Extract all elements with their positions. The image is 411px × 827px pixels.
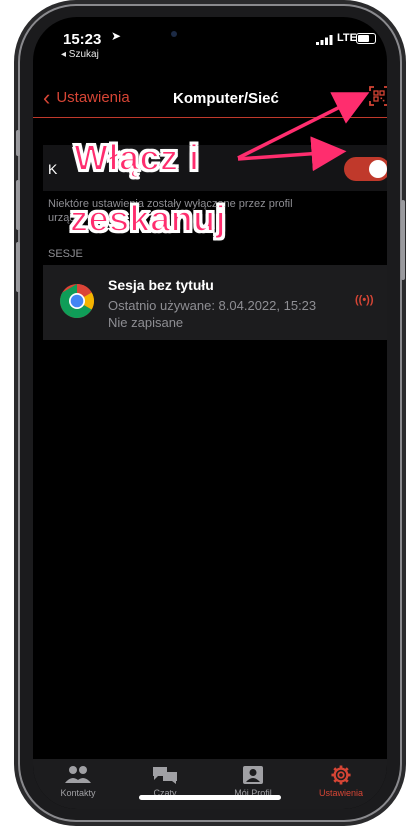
page-title: Komputer/Sieć [173,90,279,107]
session-status: Nie zapisane [108,315,184,330]
camera-dot [171,31,177,37]
mute-switch [16,130,20,156]
chrome-icon [60,284,94,318]
toggle-knob [369,160,387,178]
home-indicator [139,795,281,800]
session-list-item[interactable]: Sesja bez tytułu Ostatnio używane: 8.04.… [43,265,387,340]
annotation-text-line1: Włącz i [73,136,200,179]
back-button-label: Ustawienia [56,89,130,106]
session-last-used: Ostatnio używane: 8.04.2022, 15:23 [108,298,317,313]
location-arrow-icon: ➤ [111,29,122,43]
annotation-text-line2: zeskanuj [69,197,227,240]
contacts-icon [65,766,91,783]
profile-icon [243,766,263,784]
toggle-row-label: K [48,161,58,177]
network-type: LTE [337,32,357,44]
tab-chats[interactable]: Czaty [125,765,205,798]
notch [151,17,271,51]
tab-settings[interactable]: Ustawienia [301,765,381,798]
tab-label-settings: Ustawienia [318,788,364,798]
navigation-bar: ‹ Ustawienia Komputer/Sieć [33,79,387,118]
chevron-left-icon: ‹ [43,84,51,110]
battery-icon [356,33,376,44]
enable-toggle-switch[interactable] [344,157,387,181]
broadcast-icon[interactable]: ((•)) [355,294,374,306]
tab-label-contacts: Kontakty [60,788,96,798]
settings-gear-icon [331,765,351,785]
tab-bar: Kontakty Czaty Mój Profil Ustawienia [33,759,387,809]
back-button[interactable]: ‹ Ustawienia [43,84,130,110]
back-to-app-link[interactable]: ◂ Szukaj [61,49,99,60]
phone-screen: 15:23 ➤ ◂ Szukaj LTE ‹ Ustawienia Komput… [33,17,387,809]
chats-icon [153,767,177,784]
volume-up-button [16,180,20,230]
status-time: 15:23 [63,31,102,48]
signal-icon [316,35,333,45]
session-title: Sesja bez tytułu [108,277,214,293]
power-button [401,200,405,280]
qr-scan-icon[interactable] [369,86,387,106]
tab-my-profile[interactable]: Mój Profil [213,765,293,798]
tab-contacts[interactable]: Kontakty [38,765,118,798]
volume-down-button [16,242,20,292]
section-header-sessions: SESJE [48,248,83,260]
